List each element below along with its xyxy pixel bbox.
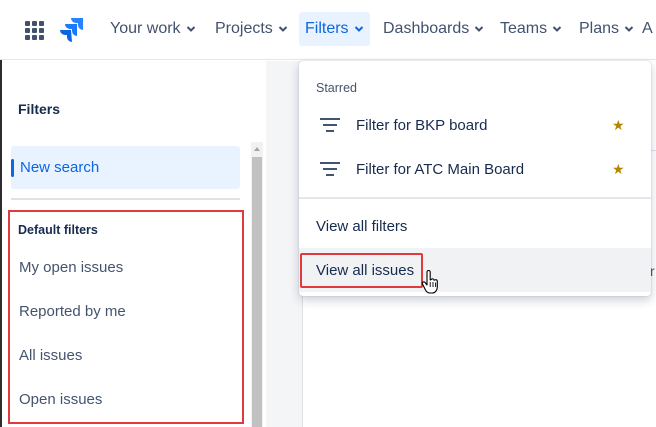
starred-filter-label: Filter for ATC Main Board [356, 160, 525, 178]
nav-apps-label: A [642, 20, 653, 37]
nav-dashboards[interactable]: Dashboards [377, 12, 490, 46]
filter-icon [320, 161, 340, 177]
starred-section-label: Starred [316, 81, 357, 95]
scroll-up-arrow-icon[interactable] [251, 142, 263, 156]
chevron-down-icon [278, 26, 288, 32]
nav-filters-label: Filters [305, 20, 349, 37]
nav-projects[interactable]: Projects [209, 12, 294, 46]
nav-projects-label: Projects [215, 20, 273, 37]
default-filters-heading: Default filters [18, 223, 98, 237]
chevron-down-icon [354, 26, 363, 32]
filters-dropdown-menu: Starred Filter for BKP board ★ Filter fo… [299, 61, 651, 296]
filter-all-issues[interactable]: All issues [19, 347, 82, 364]
jira-logo-icon[interactable] [60, 17, 84, 43]
nav-teams-label: Teams [500, 20, 548, 37]
starred-filter-label: Filter for BKP board [356, 116, 488, 134]
star-icon[interactable]: ★ [612, 162, 626, 176]
dropdown-divider [299, 197, 651, 199]
sidebar-title: Filters [18, 101, 61, 117]
view-all-issues-highlight [300, 253, 423, 288]
new-search-item[interactable]: New search [11, 146, 240, 189]
app-switcher-icon[interactable] [25, 21, 45, 41]
filter-open-issues[interactable]: Open issues [19, 391, 102, 408]
nav-your-work[interactable]: Your work [104, 12, 202, 46]
view-all-filters-link[interactable]: View all filters [316, 218, 407, 235]
chevron-down-icon [186, 26, 195, 32]
nav-filters[interactable]: Filters [299, 12, 370, 46]
chevron-down-icon [552, 26, 562, 32]
chevron-down-icon [475, 26, 484, 32]
filter-reported-by-me[interactable]: Reported by me [19, 303, 126, 320]
filter-my-open-issues[interactable]: My open issues [19, 259, 123, 276]
top-navigation: Your work Projects Filters Dashboards Te… [0, 0, 656, 60]
scrollbar-thumb[interactable] [252, 157, 262, 427]
hand-pointer-cursor-icon [421, 270, 438, 294]
nav-plans-label: Plans [579, 20, 620, 37]
main-edge-fragment: r [650, 263, 655, 279]
sidebar-resize-gutter[interactable] [266, 61, 302, 427]
nav-your-work-label: Your work [110, 20, 181, 37]
nav-teams[interactable]: Teams [494, 12, 568, 46]
star-icon[interactable]: ★ [612, 118, 626, 132]
nav-plans[interactable]: Plans [573, 12, 640, 46]
starred-filter-bkp-board[interactable]: Filter for BKP board ★ [299, 103, 651, 147]
starred-filter-atc-main-board[interactable]: Filter for ATC Main Board ★ [299, 147, 651, 191]
filter-icon [320, 117, 340, 133]
nav-dashboards-label: Dashboards [383, 20, 470, 37]
nav-apps[interactable]: A [640, 12, 656, 46]
sidebar-divider [11, 198, 240, 200]
chevron-down-icon [624, 26, 634, 32]
